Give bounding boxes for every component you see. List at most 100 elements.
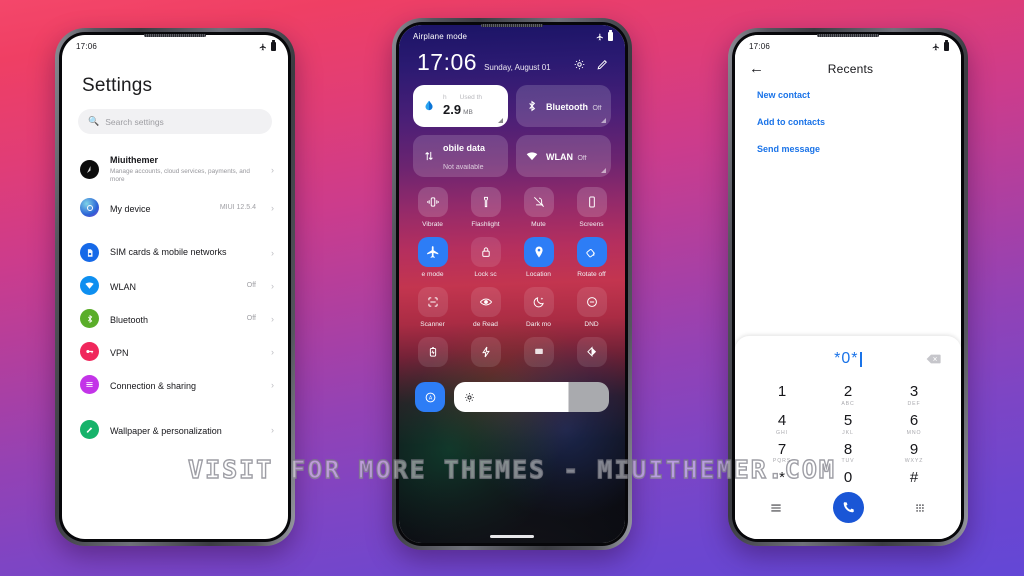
tile-expand-corner[interactable]	[498, 118, 503, 123]
key-digit: 1	[777, 383, 787, 400]
qs-lightning[interactable]	[460, 337, 511, 378]
data-tile-right-label: Used th	[459, 93, 483, 101]
qs-battery-saver[interactable]	[407, 337, 458, 378]
sidebar-item-wlan[interactable]: WLAN Off ›	[62, 269, 288, 302]
key-letters: TUV	[841, 458, 855, 465]
sidebar-item-wallpaper-personalization[interactable]: Wallpaper & personalization ›	[62, 413, 288, 446]
send-message-link[interactable]: Send message	[757, 144, 939, 154]
qs-reading-mode[interactable]: de Read	[460, 287, 511, 335]
brush-icon	[80, 420, 99, 440]
sidebar-item-label: Connection & sharing	[110, 380, 197, 391]
qs-label: Flashlight	[471, 221, 500, 228]
poster-background: 17:06 Settings 🔍 Search settings Miuithe…	[0, 0, 1024, 576]
keypad-grid-icon[interactable]	[913, 501, 927, 515]
battery-icon	[271, 40, 276, 51]
qs-cast[interactable]	[513, 337, 564, 378]
status-bar: Airplane mode	[399, 25, 625, 41]
qs-location[interactable]: Location	[513, 237, 564, 285]
status-bar: 17:06	[735, 35, 961, 51]
key-5[interactable]: 5 JKL	[815, 412, 881, 435]
brightness-slider[interactable]	[454, 382, 609, 412]
dialer-action-links: New contact Add to contacts Send message	[735, 76, 961, 171]
chevron-right-icon: ›	[271, 164, 274, 175]
backspace-icon[interactable]	[926, 354, 941, 364]
key-letters: ABC	[841, 400, 855, 407]
key-letters: DEF	[907, 400, 921, 407]
wifi-icon	[80, 276, 99, 296]
add-to-contacts-link[interactable]: Add to contacts	[757, 117, 939, 127]
back-arrow-icon[interactable]: ←	[749, 61, 764, 76]
tile-name: obile data	[443, 143, 486, 153]
gear-icon[interactable]	[573, 58, 586, 71]
qs-dark-mode[interactable]: Dark mo	[513, 287, 564, 335]
sidebar-item-miuithemer[interactable]: Miuithemer Manage accounts, cloud servic…	[62, 148, 288, 191]
scanner-icon	[417, 287, 448, 317]
location-pin-icon	[523, 237, 554, 267]
wifi-icon	[525, 149, 539, 163]
dial-input-row[interactable]: *0*	[745, 346, 951, 372]
data-usage-tile[interactable]: h Used th 2.9 MB	[413, 85, 508, 127]
tile-state: Not available	[443, 164, 484, 171]
key-digit: 9	[909, 440, 919, 458]
qs-airplane-mode[interactable]: e mode	[407, 237, 458, 285]
new-contact-link[interactable]: New contact	[757, 90, 939, 100]
tile-expand-corner[interactable]	[601, 168, 606, 173]
sidebar-item-label: WLAN	[110, 281, 137, 292]
qs-label: e mode	[421, 271, 444, 278]
bluetooth-icon	[80, 309, 99, 329]
qs-rotate-off[interactable]: Rotate off	[566, 237, 617, 285]
key-star[interactable]: *	[749, 470, 815, 486]
key-hash[interactable]: #	[881, 470, 947, 486]
sidebar-item-label: Bluetooth	[110, 314, 149, 325]
sidebar-item-my-device[interactable]: My device MIUI 12.5.4 ›	[62, 191, 288, 224]
mobile-data-tile[interactable]: obile data Not available	[413, 135, 508, 177]
qs-screenshot[interactable]: Screens	[566, 187, 617, 235]
qs-label: Screens	[579, 221, 604, 228]
qs-scanner[interactable]: Scanner	[407, 287, 458, 335]
qs-vibrate[interactable]: Vibrate	[407, 187, 458, 235]
qs-lock-screen[interactable]: Lock sc	[460, 237, 511, 285]
auto-brightness-icon[interactable]: A	[415, 382, 445, 412]
phone-dialer: 17:06 ← Recents New contact Add to conta…	[728, 28, 968, 546]
key-4[interactable]: 4 GHI	[749, 412, 815, 435]
key-9[interactable]: 9 WXYZ	[881, 440, 947, 464]
phone-settings: 17:06 Settings 🔍 Search settings Miuithe…	[55, 28, 295, 546]
qs-dnd[interactable]: DND	[566, 287, 617, 335]
qs-label: Location	[526, 271, 551, 278]
key-6[interactable]: 6 MNO	[881, 412, 947, 436]
key-8[interactable]: 8 TUV	[815, 441, 881, 465]
qs-mute[interactable]: Mute	[513, 187, 564, 235]
key-digit: 7	[777, 440, 787, 458]
sidebar-item-label: SIM cards & mobile networks	[110, 247, 227, 258]
sidebar-item-connection-sharing[interactable]: Connection & sharing ›	[62, 368, 288, 401]
sidebar-item-sim-cards[interactable]: SIM cards & mobile networks ›	[62, 236, 288, 269]
rotate-lock-icon	[576, 237, 607, 267]
search-icon: 🔍	[88, 116, 100, 126]
qs-label: Dark mo	[526, 321, 551, 328]
key-0[interactable]: 0	[815, 470, 881, 486]
keypad: 1 2 ABC 3 DEF 4 GHI 5 JKL 6 MNO 7 PQRS 8 TUV 9W…	[745, 372, 951, 490]
sidebar-item-bluetooth[interactable]: Bluetooth Off ›	[62, 302, 288, 335]
key-3[interactable]: 3 DEF	[881, 384, 947, 407]
search-input[interactable]: 🔍 Search settings	[78, 109, 272, 134]
sidebar-item-vpn[interactable]: VPN ›	[62, 335, 288, 368]
earpiece-grille	[481, 24, 543, 27]
eye-icon	[470, 287, 501, 317]
key-7[interactable]: 7 PQRS	[749, 440, 815, 464]
wlan-tile[interactable]: WLAN Off	[516, 135, 611, 177]
sidebar-item-value: Off	[246, 315, 256, 323]
battery-saver-icon	[417, 337, 448, 367]
key-2[interactable]: 2 ABC	[815, 384, 881, 407]
chevron-right-icon: ›	[271, 424, 274, 435]
tile-expand-corner[interactable]	[601, 118, 606, 123]
bluetooth-tile[interactable]: Bluetooth Off	[516, 85, 611, 127]
qs-flashlight[interactable]: Flashlight	[460, 187, 511, 235]
key-letters: MNO	[906, 429, 922, 436]
pencil-icon[interactable]	[596, 58, 609, 71]
big-tiles: h Used th 2.9 MB Bluetooth Off obile dat…	[399, 74, 625, 177]
qs-label: DND	[584, 321, 599, 328]
qs-theme-contrast[interactable]	[566, 337, 617, 378]
phone-call-icon[interactable]	[832, 492, 864, 523]
menu-list-icon[interactable]	[769, 501, 783, 515]
key-1[interactable]: 1	[749, 384, 815, 407]
